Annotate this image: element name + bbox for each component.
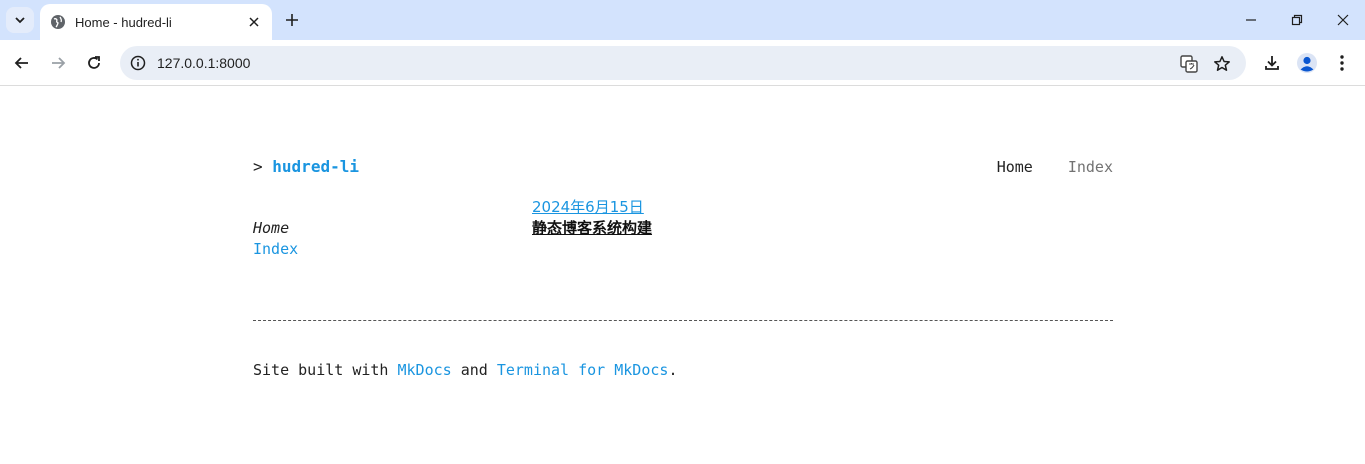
download-button[interactable] [1259, 50, 1285, 76]
footer-suffix: . [668, 361, 678, 379]
more-vert-icon [1340, 55, 1344, 71]
post-title-link[interactable]: 静态博客系统构建 [532, 218, 652, 239]
browser-tab[interactable]: Home - hudred-li [40, 4, 272, 40]
browser-toolbar: 127.0.0.1:8000 [0, 40, 1365, 86]
bookmark-star-icon[interactable] [1211, 53, 1233, 75]
post-entry: 2024年6月15日 静态博客系统构建 [532, 197, 652, 239]
reload-button[interactable] [79, 48, 109, 78]
footer-divider [253, 320, 1113, 321]
arrow-right-icon [52, 57, 66, 69]
page-content: > hudred-li Home Index Home Index 2024年6… [0, 87, 1365, 464]
new-tab-button[interactable] [280, 8, 304, 32]
chevron-down-icon [15, 17, 25, 24]
tab-title: Home - hudred-li [75, 14, 172, 30]
tab-bar: Home - hudred-li [0, 0, 1365, 40]
tab-search-button[interactable] [6, 7, 34, 33]
logo-caret: > [253, 157, 263, 176]
forward-button[interactable] [43, 48, 73, 78]
plus-icon [286, 14, 298, 26]
translate-icon[interactable] [1178, 53, 1200, 75]
site-logo[interactable]: > hudred-li [253, 157, 359, 176]
back-button[interactable] [7, 48, 37, 78]
nav-index[interactable]: Index [1068, 158, 1113, 176]
url-text: 127.0.0.1:8000 [157, 55, 251, 71]
terminal-theme-link[interactable]: Terminal for MkDocs [497, 361, 669, 379]
mkdocs-link[interactable]: MkDocs [398, 361, 452, 379]
minimize-button[interactable] [1228, 0, 1274, 40]
top-nav: Home Index [971, 158, 1113, 176]
minimize-icon [1246, 19, 1256, 21]
nav-home[interactable]: Home [997, 158, 1033, 176]
site-info-icon[interactable] [128, 53, 148, 73]
avatar-icon [1297, 53, 1317, 73]
sidebar-nav: Home Index [253, 218, 298, 260]
footer-middle: and [451, 361, 497, 379]
restore-button[interactable] [1274, 0, 1320, 40]
profile-button[interactable] [1294, 50, 1320, 76]
site-name-link[interactable]: hudred-li [272, 157, 359, 176]
download-icon [1265, 56, 1279, 70]
close-window-button[interactable] [1320, 0, 1365, 40]
arrow-left-icon [14, 57, 28, 69]
footer-prefix: Site built with [253, 361, 398, 379]
address-bar[interactable]: 127.0.0.1:8000 [120, 46, 1246, 80]
sidebar-item-index[interactable]: Index [253, 239, 298, 260]
footer: Site built with MkDocs and Terminal for … [253, 361, 677, 379]
menu-button[interactable] [1329, 50, 1355, 76]
close-tab-icon[interactable] [246, 14, 262, 30]
post-date-link[interactable]: 2024年6月15日 [532, 197, 652, 218]
close-icon [1337, 14, 1349, 26]
restore-icon [1291, 14, 1303, 26]
reload-icon [88, 56, 100, 69]
sidebar-item-home: Home [253, 219, 290, 237]
globe-icon [50, 14, 66, 30]
